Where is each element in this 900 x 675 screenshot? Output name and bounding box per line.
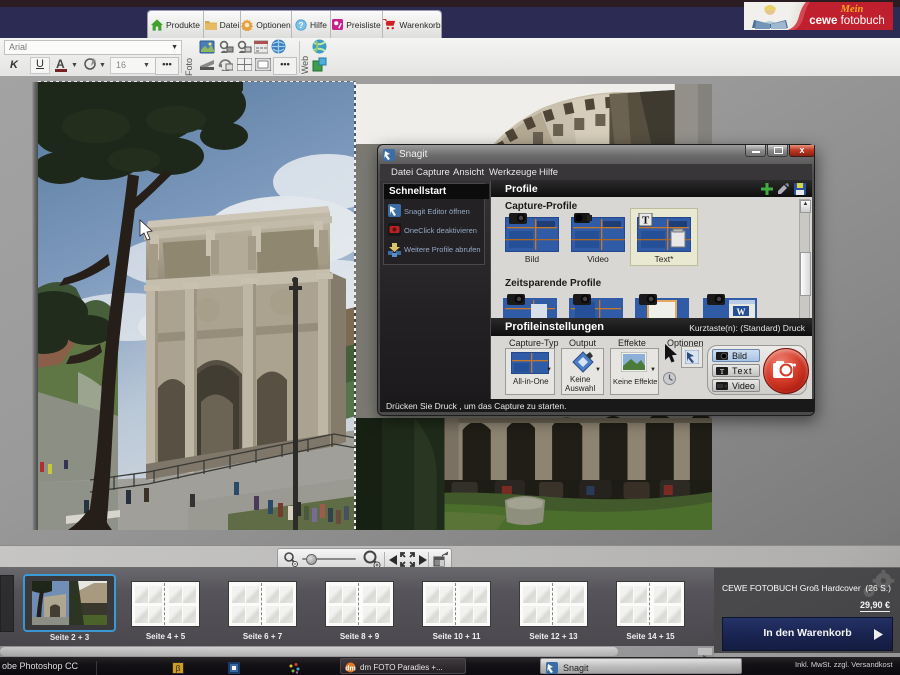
svg-text:W: W xyxy=(737,307,746,317)
svg-text:dm: dm xyxy=(345,666,356,673)
svg-text:T: T xyxy=(720,368,725,375)
svg-text:β: β xyxy=(176,664,181,673)
svg-text:T: T xyxy=(642,215,650,227)
svg-text:?: ? xyxy=(299,20,304,29)
